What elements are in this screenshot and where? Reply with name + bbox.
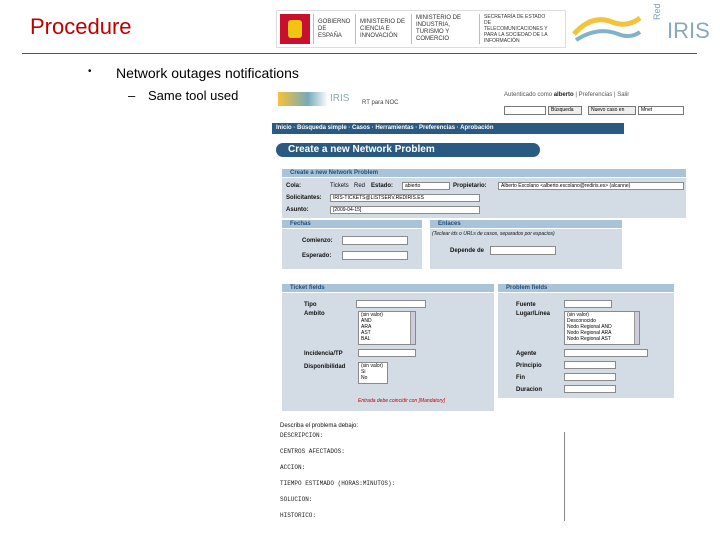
- problem-fields-panel: [498, 293, 674, 398]
- app-header: IRIS RT para NOC Autenticado como albert…: [272, 86, 692, 120]
- auth-prefix: Autenticado como: [504, 92, 553, 98]
- ticket-fields-title: Ticket fields: [290, 285, 325, 291]
- asunto-label: Asunto:: [286, 207, 309, 213]
- iris-label: IRIS: [667, 18, 710, 43]
- duracion-input[interactable]: [564, 385, 616, 393]
- fin-input[interactable]: [564, 373, 616, 381]
- ministry-industry-label: MINISTERIO DE INDUSTRIA, TURISMO Y COMER…: [411, 14, 479, 44]
- scrollbar[interactable]: [410, 312, 415, 344]
- desc-line: CENTROS AFECTADOS:: [280, 448, 345, 455]
- principio-input[interactable]: [564, 361, 616, 369]
- problem-fields-header[interactable]: Problem fields: [498, 284, 674, 292]
- list-item[interactable]: No: [361, 375, 387, 381]
- bullet-marker: •: [88, 66, 92, 77]
- enlaces-header[interactable]: Enlaces: [430, 220, 622, 228]
- rt-screenshot: IRIS RT para NOC Autenticado como albert…: [272, 86, 692, 521]
- desc-line: SOLUCION:: [280, 496, 313, 503]
- duracion-label: Duracion: [516, 387, 543, 393]
- depende-input[interactable]: [490, 246, 556, 255]
- ambito-label: Ambito: [304, 311, 325, 317]
- government-logos: GOBIERNO DE ESPAÑA MINISTERIO DE CIENCIA…: [276, 10, 566, 48]
- queue-name-label: Tickets: [330, 183, 349, 189]
- queue-name-value: Red: [354, 183, 366, 189]
- fuente-select[interactable]: [564, 300, 612, 308]
- queue-select[interactable]: Mnet: [638, 106, 684, 115]
- search-button[interactable]: Búsqueda: [548, 106, 582, 115]
- disponibilidad-label: Disponibilidad: [304, 364, 346, 370]
- scrollbar[interactable]: [634, 312, 639, 344]
- fechas-header[interactable]: Fechas: [282, 220, 422, 228]
- list-item[interactable]: Nodo Regional AST: [567, 336, 639, 342]
- ministry-science-label: MINISTERIO DE CIENCIA E INNOVACIÓN: [355, 14, 411, 44]
- coat-of-arms-icon: [280, 14, 310, 44]
- rediris-logo: Red IRIS: [572, 3, 710, 50]
- desc-line: TIEMPO ESTIMADO (HORAS:MINUTOS):: [280, 480, 396, 487]
- estado-label: Estado:: [371, 183, 394, 189]
- list-item[interactable]: BAL: [361, 336, 415, 342]
- rediris-swirl-icon: [572, 15, 642, 42]
- user-name[interactable]: alberto: [554, 92, 574, 98]
- auth-status: Autenticado como alberto | Preferencias …: [504, 92, 629, 98]
- main-nav[interactable]: Inicio · Búsqueda simple · Casos · Herra…: [272, 123, 624, 134]
- enlaces-hint: (Teclear ids o URLs de casos, separados …: [432, 231, 555, 237]
- lugar-label: Lugar/Línea: [516, 311, 551, 317]
- incidencia-input[interactable]: [358, 349, 416, 357]
- form-heading: Create a new Network Problem: [290, 170, 379, 176]
- asunto-input[interactable]: [2009-04-15]: [330, 206, 480, 214]
- fin-label: Fin: [516, 375, 525, 381]
- esperado-input[interactable]: [342, 251, 408, 260]
- desc-line: ACCION:: [280, 464, 306, 471]
- mandatory-note: Entrada debe coincidir con [Mandatory]: [358, 398, 445, 404]
- description-textarea[interactable]: DESCRIPCION: CENTROS AFECTADOS: ACCION: …: [280, 432, 565, 521]
- comienzo-label: Comienzo:: [302, 238, 333, 244]
- tipo-label: Tipo: [304, 302, 317, 308]
- subbullet-dash: –: [128, 88, 136, 103]
- form-section-header[interactable]: Create a new Network Problem: [282, 169, 686, 177]
- estado-select[interactable]: abierto: [402, 182, 450, 190]
- prefs-links[interactable]: | Preferencias | Salir: [575, 92, 629, 98]
- app-logo-text: IRIS: [330, 93, 350, 104]
- search-input[interactable]: [504, 106, 546, 115]
- red-label: Red: [652, 3, 662, 20]
- fuente-label: Fuente: [516, 302, 536, 308]
- solicitantes-input[interactable]: IRIS-TICKETS@LISTSERV.REDIRIS.ES: [330, 194, 480, 202]
- depende-label: Depende de: [450, 248, 485, 254]
- tipo-select[interactable]: [356, 300, 426, 308]
- principio-label: Principio: [516, 363, 542, 369]
- problem-fields-title: Problem fields: [506, 285, 548, 291]
- incidencia-label: Incidencia/TP: [304, 351, 343, 357]
- ambito-list[interactable]: (sin valor) AND ARA AST BAL: [358, 311, 416, 345]
- desc-line: HISTORICO:: [280, 512, 317, 519]
- subbullet-same-tool: Same tool used: [148, 88, 239, 103]
- app-logo-icon: [278, 92, 328, 106]
- disponibilidad-list[interactable]: (sin valor) Si No: [358, 362, 388, 384]
- page-heading: Create a new Network Problem: [276, 143, 540, 157]
- title-divider: [22, 53, 697, 54]
- describe-label: Describa el problema debajo:: [280, 423, 359, 429]
- gov-label: GOBIERNO DE ESPAÑA: [313, 14, 355, 44]
- desc-line: DESCRIPCION:: [280, 432, 324, 439]
- propietario-select[interactable]: Alberto Escolano <alberto.escolano@redir…: [498, 182, 684, 190]
- lugar-list[interactable]: (sin valor) Desconocido Nodo Regional AN…: [564, 311, 640, 345]
- slide-title: Procedure: [30, 14, 132, 39]
- comienzo-input[interactable]: [342, 236, 408, 245]
- cola-label: Cola:: [286, 183, 301, 189]
- bullet-network-outages: Network outages notifications: [116, 65, 299, 81]
- fechas-title: Fechas: [290, 221, 311, 227]
- agente-label: Agente: [516, 351, 537, 357]
- esperado-label: Esperado:: [302, 253, 332, 259]
- enlaces-title: Enlaces: [438, 221, 461, 227]
- fechas-panel: [282, 229, 422, 269]
- agente-select[interactable]: [564, 349, 648, 357]
- ticket-fields-header[interactable]: Ticket fields: [282, 284, 494, 292]
- new-case-button[interactable]: Nuevo caso en: [588, 106, 636, 115]
- solicitantes-label: Solicitantes:: [286, 195, 322, 201]
- secretary-label: SECRETARÍA DE ESTADO DE TELECOMUNICACION…: [479, 14, 555, 44]
- app-subtitle: RT para NOC: [362, 100, 399, 106]
- propietario-label: Propietario:: [453, 183, 487, 189]
